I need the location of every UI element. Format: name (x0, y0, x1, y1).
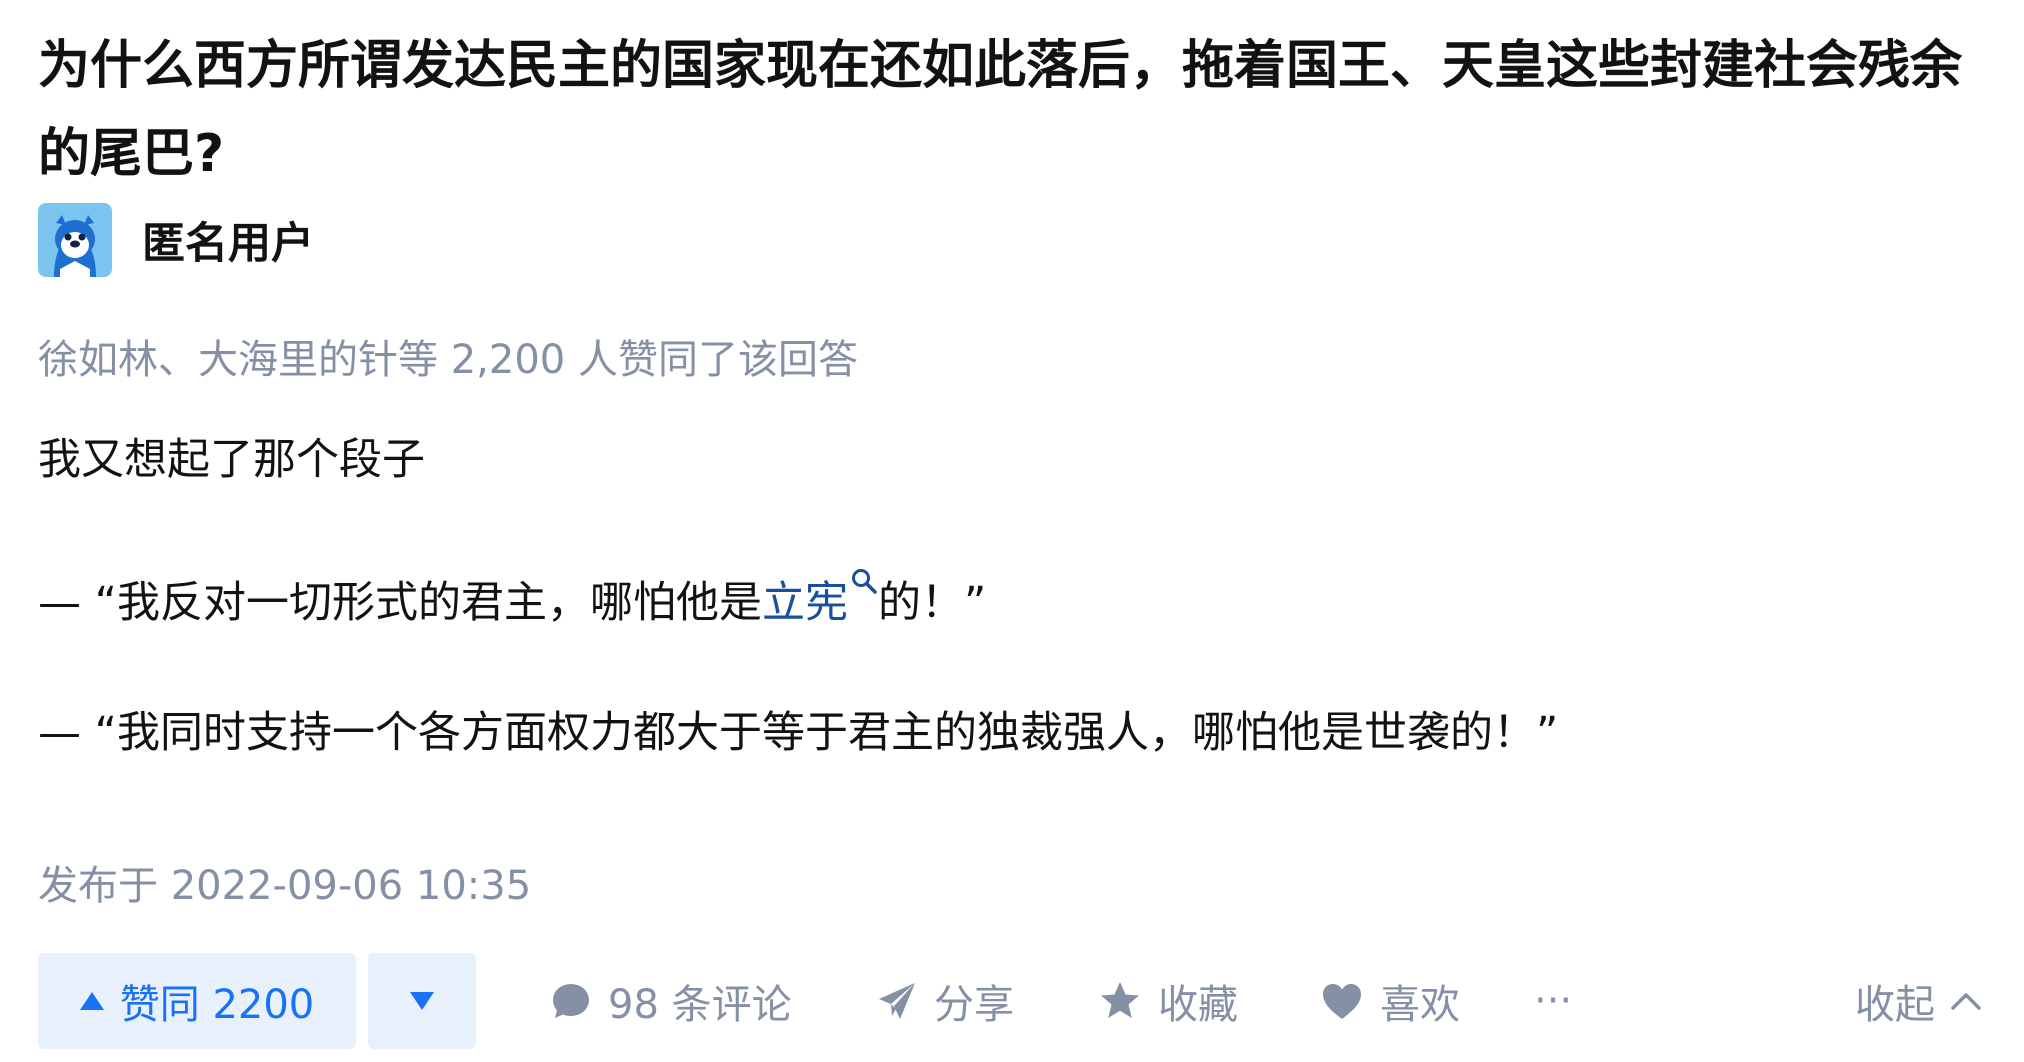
search-term-link[interactable]: 立宪 (762, 578, 848, 628)
like-label: 喜欢 (1380, 982, 1460, 1028)
author-name[interactable]: 匿名用户 (142, 209, 314, 271)
answer-paragraph: — “我反对一切形式的君主，哪怕他是立宪 的！” (38, 567, 986, 633)
collapse-button[interactable]: 收起 (1855, 953, 1983, 1049)
share-label: 分享 (934, 982, 1014, 1028)
question-title[interactable]: 为什么西方所谓发达民主的国家现在还如此落后，拖着国王、天皇这些封建社会残余的尾巴… (38, 22, 2008, 198)
upvote-label: 赞同 2200 (119, 982, 315, 1028)
comment-label: 98 条评论 (608, 982, 792, 1028)
triangle-down-icon (410, 992, 434, 1010)
answer-paragraph: 我又想起了那个段子 (38, 435, 425, 485)
more-button[interactable]: ··· (1534, 953, 1572, 1049)
triangle-up-icon (79, 992, 104, 1010)
anonymous-avatar-icon[interactable] (38, 203, 112, 277)
search-icon[interactable] (850, 567, 878, 595)
quote-text: — “我反对一切形式的君主，哪怕他是 (38, 578, 762, 628)
comment-bubble-icon (553, 984, 589, 1018)
more-icon: ··· (1534, 978, 1573, 1024)
comment-button[interactable]: 98 条评论 (550, 953, 792, 1049)
upvote-button[interactable]: 赞同 2200 (38, 953, 356, 1049)
downvote-button[interactable] (368, 953, 476, 1049)
voters-summary[interactable]: 徐如林、大海里的针等 2,200 人赞同了该回答 (38, 332, 858, 388)
publish-time[interactable]: 发布于 2022-09-06 10:35 (38, 858, 531, 914)
favorite-label: 收藏 (1158, 982, 1238, 1028)
action-bar: 赞同 2200 98 条评论 分享 收藏 喜欢 ··· 收起 (38, 953, 1998, 1049)
quote-text: 的！” (877, 578, 987, 628)
paper-plane-icon (879, 983, 915, 1019)
star-icon (1101, 982, 1139, 1018)
author-info: 匿名用户 (38, 203, 314, 277)
answer-paragraph: — “我同时支持一个各方面权力都大于等于君主的独裁强人，哪怕他是世袭的！” (38, 708, 1559, 758)
heart-icon (1323, 984, 1361, 1019)
like-button[interactable]: 喜欢 (1320, 953, 1460, 1049)
collapse-label: 收起 (1855, 982, 1935, 1028)
favorite-button[interactable]: 收藏 (1098, 953, 1238, 1049)
share-button[interactable]: 分享 (876, 953, 1014, 1049)
chevron-up-icon (1951, 993, 1981, 1010)
